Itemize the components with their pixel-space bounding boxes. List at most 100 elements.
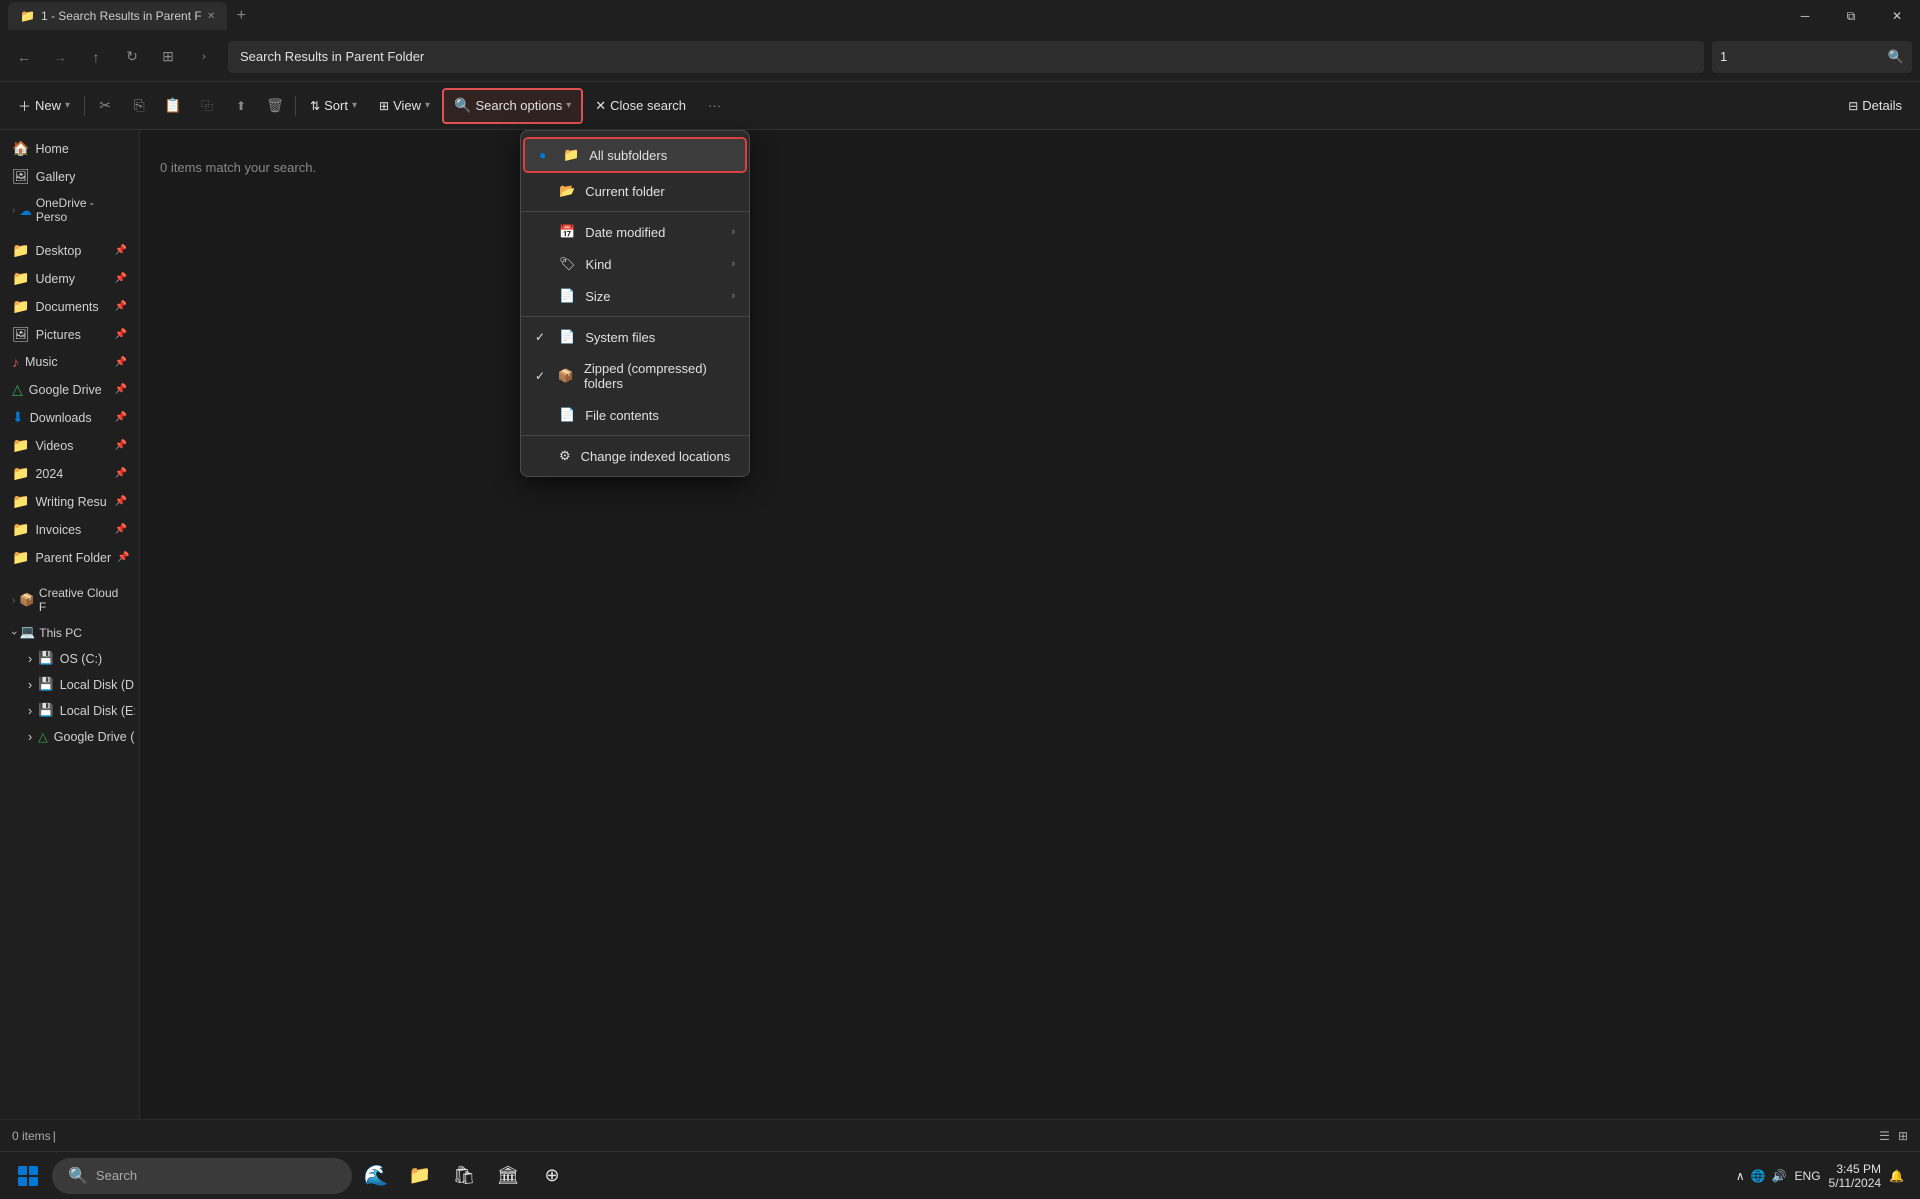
sidebar-item-locale[interactable]: › 💾 Local Disk (E:)	[4, 698, 135, 723]
taskbar-app-chrome[interactable]: ⊕	[532, 1156, 572, 1196]
sidebar-2024-label: 2024	[35, 467, 63, 481]
sidebar-item-music[interactable]: ♪ Music 📌	[4, 349, 135, 375]
desktop-pin: 📌	[115, 245, 127, 256]
music-icon: ♪	[12, 354, 19, 370]
sidebar-item-videos[interactable]: 📁 Videos 📌	[4, 432, 135, 459]
taskbar-app-store[interactable]: 🛍	[444, 1156, 484, 1196]
sidebar-thispc-header[interactable]: › 💻 This PC	[4, 620, 135, 645]
volume-icon[interactable]: 🔊	[1772, 1169, 1787, 1183]
2024-pin: 📌	[115, 468, 127, 479]
menu-item-system-files[interactable]: ✓ 📄 System files	[521, 321, 749, 353]
refresh-button[interactable]: ↻	[116, 41, 148, 73]
sidebar-item-gallery[interactable]: 🖼 Gallery	[4, 163, 135, 190]
menu-sep-1	[521, 211, 749, 212]
minimize-button[interactable]: ─	[1782, 0, 1828, 32]
back-button[interactable]: ←	[8, 41, 40, 73]
close-button[interactable]: ✕	[1874, 0, 1920, 32]
taskbar-app-ai[interactable]: 🌊	[356, 1156, 396, 1196]
sidebar-onedrive-label: OneDrive - Perso	[36, 196, 127, 224]
view-switcher-button[interactable]: ⊞	[152, 41, 184, 73]
list-view-icon[interactable]: ☰	[1879, 1129, 1890, 1143]
sidebar-item-locald[interactable]: › 💾 Local Disk (D:)	[4, 672, 135, 697]
menu-item-zipped-folders[interactable]: ✓ 📦 Zipped (compressed) folders	[521, 353, 749, 399]
details-button[interactable]: ⊟ Details	[1838, 88, 1912, 124]
current-folder-label: Current folder	[585, 184, 664, 199]
path-text: Search Results in Parent Folder	[240, 49, 424, 64]
sidebar-creativecloud-header[interactable]: › 📦 Creative Cloud F	[4, 581, 135, 619]
taskbar: 🔍 Search 🌊 📁 🛍 🏛 ⊕ ∧ 🌐 🔊 ENG 3:45 PM 5/1…	[0, 1151, 1920, 1199]
chevron-up-icon[interactable]: ∧	[1736, 1169, 1745, 1183]
sidebar-item-googledrive[interactable]: △ Google Drive 📌	[4, 376, 135, 403]
writing-pin: 📌	[115, 496, 127, 507]
sidebar-onedrive-header[interactable]: › ☁ OneDrive - Perso	[4, 191, 135, 229]
locald-chevron: ›	[28, 678, 32, 692]
cut-button[interactable]: ✂	[89, 90, 121, 122]
2024-icon: 📁	[12, 465, 29, 482]
sidebar-item-documents[interactable]: 📁 Documents 📌	[4, 293, 135, 320]
sidebar-item-osc[interactable]: › 💾 OS (C:)	[4, 646, 135, 671]
sidebar-item-googledrive2[interactable]: › △ Google Drive (	[4, 724, 135, 749]
sidebar-item-invoices[interactable]: 📁 Invoices 📌	[4, 516, 135, 543]
network-icon[interactable]: 🌐	[1751, 1169, 1766, 1183]
taskbar-search[interactable]: 🔍 Search	[52, 1158, 352, 1194]
menu-item-current-folder[interactable]: 📂 Current folder	[521, 175, 749, 207]
share-button[interactable]: ⬆	[225, 90, 257, 122]
udemy-pin: 📌	[115, 273, 127, 284]
search-box[interactable]: 1 🔍	[1712, 41, 1912, 73]
copy-button[interactable]: ⎘	[123, 90, 155, 122]
photos-icon: 🏛	[497, 1165, 520, 1186]
view-button[interactable]: ⊞ View ▾	[369, 88, 440, 124]
sort-label: Sort	[324, 98, 348, 113]
highlighted-section: ● 📁 All subfolders	[523, 137, 747, 173]
menu-item-all-subfolders[interactable]: ● 📁 All subfolders	[525, 139, 745, 171]
more-options-button[interactable]: ···	[698, 88, 731, 124]
menu-item-date-modified[interactable]: 📅 Date modified ›	[521, 216, 749, 248]
grid-view-icon[interactable]: ⊞	[1898, 1129, 1908, 1143]
sidebar-item-gallery-label: Gallery	[36, 170, 76, 184]
menu-sep-3	[521, 435, 749, 436]
up-button[interactable]: ↑	[80, 41, 112, 73]
tray-icons: ∧ 🌐 🔊	[1736, 1169, 1787, 1183]
new-tab-button[interactable]: +	[227, 2, 255, 30]
sidebar-item-parentfolder[interactable]: 📁 Parent Folder 📌	[4, 544, 135, 571]
taskbar-app-explorer[interactable]: 📁	[400, 1156, 440, 1196]
language-indicator[interactable]: ENG	[1795, 1169, 1821, 1183]
address-path[interactable]: Search Results in Parent Folder	[228, 41, 1704, 73]
sidebar-item-desktop[interactable]: 📁 Desktop 📌	[4, 237, 135, 264]
clock[interactable]: 3:45 PM 5/11/2024	[1829, 1162, 1882, 1190]
sidebar-item-writing[interactable]: 📁 Writing Resu 📌	[4, 488, 135, 515]
home-icon: 🏠	[12, 140, 29, 157]
paste-button[interactable]: 📋	[157, 90, 189, 122]
menu-item-change-indexed[interactable]: ⚙ Change indexed locations	[521, 440, 749, 472]
menu-item-size[interactable]: 📄 Size ›	[521, 280, 749, 312]
start-button[interactable]	[8, 1156, 48, 1196]
sidebar-udemy-label: Udemy	[35, 272, 75, 286]
sort-button[interactable]: ⇅ Sort ▾	[300, 88, 367, 124]
search-options-button[interactable]: 🔍 Search options ▾	[442, 88, 583, 124]
maximize-button[interactable]: ⧉	[1828, 0, 1874, 32]
menu-item-kind[interactable]: 🏷 Kind ›	[521, 248, 749, 280]
toolbar-separator-1	[84, 96, 85, 116]
sidebar-item-downloads[interactable]: ⬇ Downloads 📌	[4, 404, 135, 431]
sidebar-item-udemy[interactable]: 📁 Udemy 📌	[4, 265, 135, 292]
search-icon: 🔍	[1888, 49, 1904, 65]
delete-button[interactable]: 🗑	[259, 90, 291, 122]
breadcrumb-arrow[interactable]: ›	[188, 41, 220, 73]
size-icon: 📄	[559, 288, 575, 304]
explorer-icon: 📁	[409, 1165, 431, 1186]
sidebar-item-pictures[interactable]: 🖼 Pictures 📌	[4, 321, 135, 348]
main-layout: 🏠 Home 🖼 Gallery › ☁ OneDrive - Perso 📁 …	[0, 130, 1920, 1167]
size-label: Size	[585, 289, 610, 304]
notification-bell[interactable]: 🔔	[1889, 1169, 1904, 1183]
menu-item-file-contents[interactable]: 📄 File contents	[521, 399, 749, 431]
copy2-button[interactable]: ⿻	[191, 90, 223, 122]
new-button[interactable]: ＋ New ▾	[8, 88, 80, 124]
forward-button[interactable]: →	[44, 41, 76, 73]
taskbar-app-photos[interactable]: 🏛	[488, 1156, 528, 1196]
tab-close-button[interactable]: ✕	[207, 11, 215, 22]
close-search-button[interactable]: ✕ Close search	[585, 88, 696, 124]
sidebar-item-home[interactable]: 🏠 Home	[4, 135, 135, 162]
active-tab[interactable]: 📁 1 - Search Results in Parent Fol ✕	[8, 2, 227, 30]
sidebar-item-2024[interactable]: 📁 2024 📌	[4, 460, 135, 487]
system-files-check: ✓	[535, 330, 549, 344]
